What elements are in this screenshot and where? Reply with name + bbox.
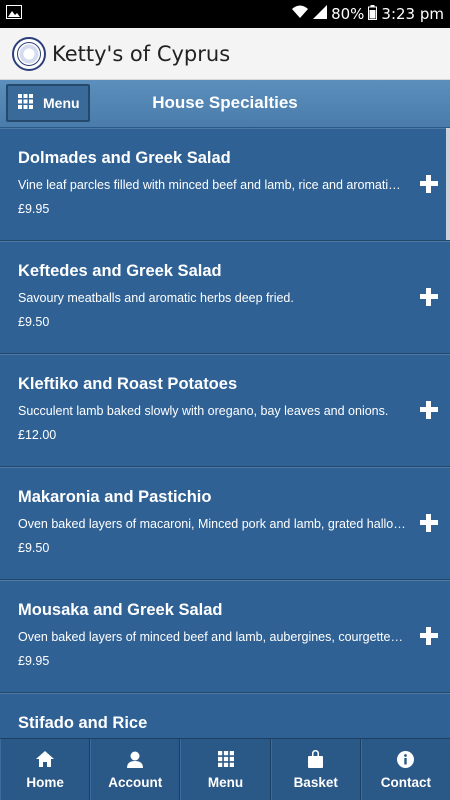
item-price: £9.50 [18, 541, 50, 555]
grid-icon [18, 94, 33, 112]
item-name: Mousaka and Greek Salad [18, 601, 223, 619]
scrollbar[interactable] [446, 128, 450, 240]
menu-button[interactable]: Menu [6, 84, 90, 122]
grid-icon [217, 749, 234, 769]
item-price: £9.95 [18, 202, 50, 216]
section-header: Menu House Specialties [0, 80, 450, 128]
menu-item[interactable]: Dolmades and Greek Salad Vine leaf parcl… [0, 128, 450, 241]
menu-item-list: Dolmades and Greek Salad Vine leaf parcl… [0, 128, 450, 738]
app-bar: Ketty's of Cyprus [0, 28, 450, 80]
clock: 3:23 pm [381, 5, 444, 23]
menu-item[interactable]: Makaronia and Pastichio Oven baked layer… [0, 467, 450, 580]
tab-label: Contact [380, 775, 432, 790]
item-description: Savoury meatballs and aromatic herbs dee… [18, 291, 294, 305]
item-description: Vine leaf parcles filled with minced bee… [18, 178, 406, 192]
menu-item[interactable]: Keftedes and Greek Salad Savoury meatbal… [0, 241, 450, 354]
tab-basket[interactable]: Basket [270, 739, 361, 800]
bottom-tab-bar: Home Account Menu Basket Contact [0, 738, 450, 800]
tab-account[interactable]: Account [90, 739, 181, 800]
app-title: Ketty's of Cyprus [52, 41, 231, 66]
item-description: Oven baked layers of macaroni, Minced po… [18, 517, 406, 531]
item-price: £12.00 [18, 428, 57, 442]
signal-icon [313, 5, 328, 23]
plus-icon[interactable] [420, 514, 438, 532]
image-icon [6, 5, 22, 23]
tab-label: Home [26, 775, 64, 790]
item-description: Succulent lamb baked slowly with oregano… [18, 404, 389, 418]
status-bar: 80% 3:23 pm [0, 0, 450, 28]
item-price: £9.50 [18, 315, 50, 329]
user-icon [127, 749, 144, 769]
battery-percent: 80% [331, 5, 365, 23]
menu-item[interactable]: Mousaka and Greek Salad Oven baked layer… [0, 580, 450, 693]
plus-icon[interactable] [420, 627, 438, 645]
tab-home[interactable]: Home [0, 739, 91, 800]
item-name: Dolmades and Greek Salad [18, 149, 231, 167]
item-name: Keftedes and Greek Salad [18, 262, 222, 280]
item-name: Kleftiko and Roast Potatoes [18, 375, 238, 393]
item-name: Makaronia and Pastichio [18, 488, 212, 506]
plus-icon[interactable] [420, 175, 438, 193]
tab-label: Account [108, 775, 163, 790]
item-price: £9.95 [18, 654, 50, 668]
item-description: Oven baked layers of minced beef and lam… [18, 630, 406, 644]
item-name: Stifado and Rice [18, 714, 148, 732]
battery-icon [368, 4, 378, 24]
tab-contact[interactable]: Contact [360, 739, 450, 800]
tab-label: Menu [207, 775, 244, 790]
wifi-icon [291, 5, 309, 23]
plus-icon[interactable] [420, 288, 438, 306]
tab-menu[interactable]: Menu [180, 739, 271, 800]
menu-item[interactable]: Stifado and Rice [0, 693, 450, 738]
home-icon [36, 749, 55, 769]
plus-icon[interactable] [420, 401, 438, 419]
menu-item[interactable]: Kleftiko and Roast Potatoes Succulent la… [0, 354, 450, 467]
basket-icon [308, 749, 324, 769]
info-icon [397, 749, 415, 769]
tab-label: Basket [293, 775, 338, 790]
restaurant-logo [12, 36, 46, 71]
menu-button-label: Menu [43, 95, 80, 111]
